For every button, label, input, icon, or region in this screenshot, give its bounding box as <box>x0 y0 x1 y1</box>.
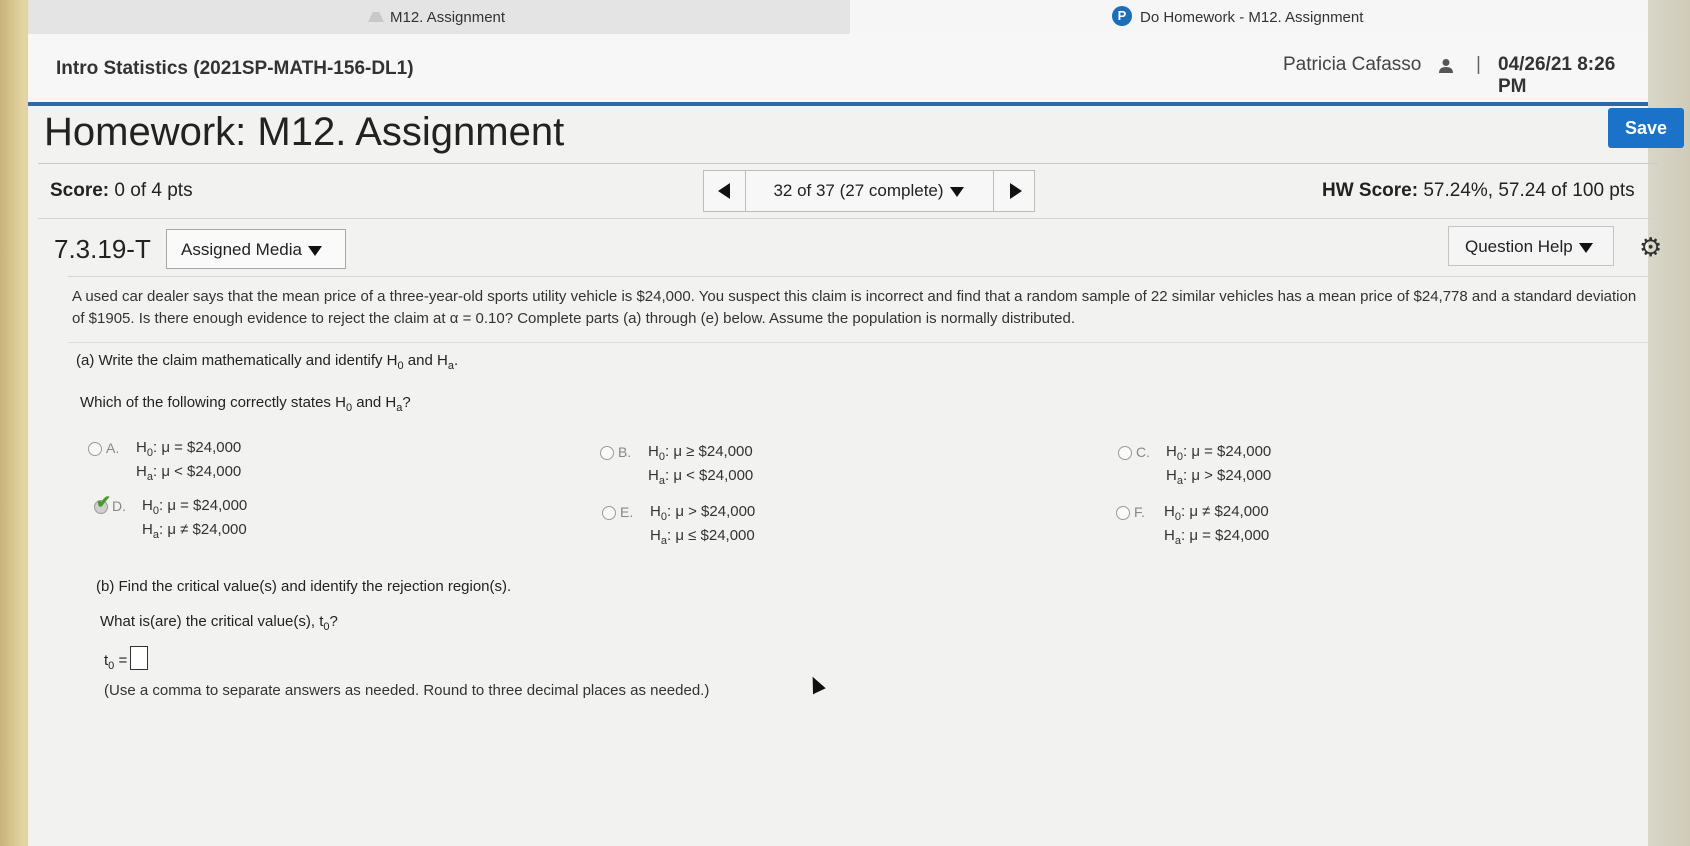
part-a-prompt: (a) Write the claim mathematically and i… <box>76 352 459 372</box>
h0-value: μ = $24,000 <box>1191 443 1272 460</box>
user-name[interactable]: Patricia Cafasso <box>1283 54 1421 76</box>
course-header: Intro Statistics (2021SP-MATH-156-DL1) P… <box>28 34 1648 106</box>
question-help-button[interactable]: Question Help <box>1448 226 1614 266</box>
radio-button[interactable] <box>600 446 614 460</box>
browser-window: M12. Assignment P Do Homework - M12. Ass… <box>28 0 1684 846</box>
question-navigator: 32 of 37 (27 complete) <box>703 170 1035 212</box>
radio-button[interactable] <box>88 442 102 456</box>
radio-button[interactable] <box>602 506 616 520</box>
gear-icon[interactable]: ⚙ <box>1639 232 1662 263</box>
separator: | <box>1476 54 1481 75</box>
user-icon[interactable] <box>1438 58 1454 74</box>
tab-assignment[interactable]: M12. Assignment <box>28 0 850 34</box>
ha-statement: Ha: μ < $24,000 <box>136 463 242 483</box>
question-id: 7.3.19-T <box>54 234 151 264</box>
divider <box>68 342 1648 343</box>
hw-score: HW Score: 57.24%, 57.24 of 100 pts <box>1322 180 1635 202</box>
next-question-button[interactable] <box>993 171 1034 211</box>
h0-value: μ = $24,000 <box>167 497 248 514</box>
pearson-logo-icon: P <box>1112 6 1132 26</box>
ha-value: μ ≠ $24,000 <box>167 521 247 538</box>
option-letter: B. <box>618 444 632 460</box>
radio-button[interactable] <box>1118 446 1132 460</box>
ha-statement: Ha: μ = $24,000 <box>1164 527 1270 547</box>
hw-score-value: 57.24%, 57.24 of 100 pts <box>1423 180 1635 201</box>
ha-statement: Ha: μ ≠ $24,000 <box>142 521 247 541</box>
option-letter: C. <box>1136 444 1150 460</box>
ha-value: μ < $24,000 <box>673 467 754 484</box>
assigned-media-button[interactable]: Assigned Media <box>166 229 346 269</box>
option-letter: D. <box>112 498 126 514</box>
answer-hint: (Use a comma to separate answers as need… <box>104 682 710 699</box>
ha-value: μ > $24,000 <box>1191 467 1272 484</box>
option-letter: A. <box>106 440 120 456</box>
t0-label: t0 = <box>104 652 128 672</box>
tab-title: M12. Assignment <box>390 9 506 26</box>
ha-value: μ = $24,000 <box>1189 527 1270 544</box>
option-letter: E. <box>620 504 634 520</box>
critical-value-input[interactable] <box>130 646 148 670</box>
divider <box>38 163 1658 164</box>
ha-statement: Ha: μ > $24,000 <box>1166 467 1272 487</box>
ha-value: μ ≤ $24,000 <box>675 527 755 544</box>
datetime: 04/26/21 8:26 PM <box>1498 54 1616 97</box>
chevron-down-icon <box>307 245 322 256</box>
problem-statement: A used car dealer says that the mean pri… <box>72 288 1637 327</box>
ha-value: μ < $24,000 <box>161 463 242 480</box>
page-title: Homework: M12. Assignment <box>44 110 565 154</box>
page-icon <box>368 12 384 22</box>
chevron-down-icon <box>1578 242 1593 253</box>
question-help-label: Question Help <box>1465 237 1573 256</box>
which-question: Which of the following correctly states … <box>80 394 411 414</box>
critical-value-question: What is(are) the critical value(s), t0? <box>100 613 338 633</box>
mouse-cursor-icon <box>806 673 826 695</box>
tab-do-homework[interactable]: P Do Homework - M12. Assignment <box>850 0 1648 34</box>
h0-value: μ = $24,000 <box>161 439 242 456</box>
checkmark-icon: ✔ <box>96 492 112 512</box>
divider <box>38 218 1658 219</box>
ha-statement: Ha: μ ≤ $24,000 <box>650 527 755 547</box>
divider <box>68 276 1648 277</box>
score: Score: 0 of 4 pts <box>50 180 193 202</box>
part-a-text: (a) Write the claim mathematically and i… <box>76 352 383 369</box>
question-position: 32 of 37 (27 complete) <box>773 181 944 200</box>
h0-value: μ ≠ $24,000 <box>1189 503 1269 520</box>
ha-statement: Ha: μ < $24,000 <box>648 467 754 487</box>
score-value: 0 of 4 pts <box>114 180 193 201</box>
option-letter: F. <box>1134 504 1145 520</box>
part-b-prompt: (b) Find the critical value(s) and ident… <box>96 578 512 595</box>
h0-value: μ ≥ $24,000 <box>673 443 753 460</box>
tab-title: Do Homework - M12. Assignment <box>1140 9 1364 26</box>
h0-value: μ > $24,000 <box>675 503 756 520</box>
question-select[interactable]: 32 of 37 (27 complete) <box>745 171 991 211</box>
chevron-down-icon <box>949 186 964 197</box>
score-label: Score: <box>50 180 110 201</box>
course-title: Intro Statistics (2021SP-MATH-156-DL1) <box>56 58 414 79</box>
hw-score-label: HW Score: <box>1322 180 1419 201</box>
assigned-media-label: Assigned Media <box>181 240 302 259</box>
tab-bar: M12. Assignment P Do Homework - M12. Ass… <box>28 0 1648 34</box>
save-button[interactable]: Save <box>1608 108 1684 148</box>
critical-value-text: What is(are) the critical value(s), t <box>100 613 324 630</box>
previous-question-button[interactable] <box>704 171 744 211</box>
which-text: Which of the following correctly states <box>80 394 331 411</box>
radio-button[interactable] <box>1116 506 1130 520</box>
